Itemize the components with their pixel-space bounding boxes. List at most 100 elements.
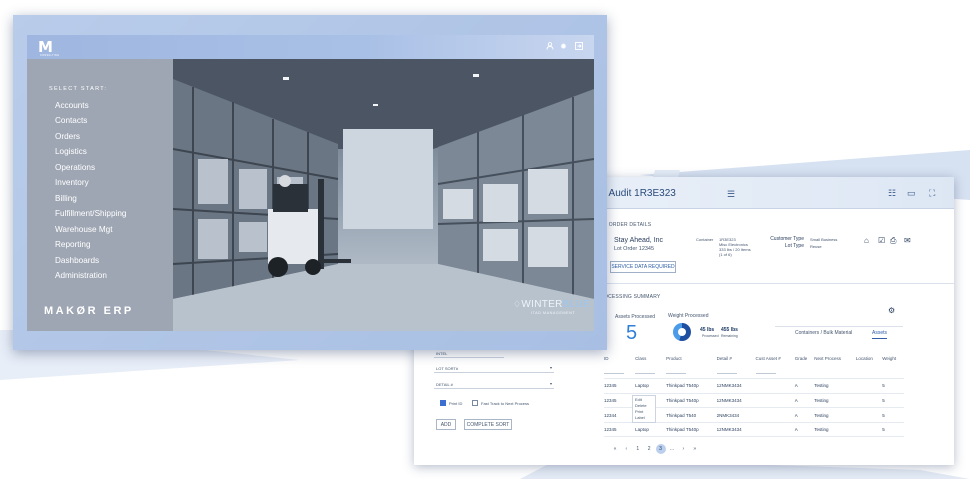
menu-icon[interactable]: ☰	[727, 189, 735, 200]
select-start-label: SELECT START:	[49, 86, 108, 92]
filter-detail[interactable]	[716, 364, 756, 380]
form-field-3-line	[434, 388, 554, 389]
filter-product[interactable]	[666, 364, 717, 380]
keyboard-icon[interactable]: ▭	[907, 188, 916, 199]
cell: A	[794, 422, 815, 438]
cell: Testing	[814, 422, 856, 438]
pager-page[interactable]: 2	[644, 446, 654, 452]
menu-item-administration[interactable]: Administration	[55, 271, 107, 280]
form-field-1-line	[434, 357, 504, 358]
menu-item-warehouse[interactable]: Warehouse Mgt	[55, 225, 113, 234]
start-topbar	[27, 35, 594, 59]
tab-assets[interactable]: Assets	[872, 330, 888, 339]
form-field-2[interactable]: LOT SORT#	[436, 366, 458, 371]
form-field-1[interactable]: INTEL	[436, 351, 447, 356]
assets-processed-label: Assets Processed	[615, 314, 656, 320]
add-button[interactable]: ADD	[436, 419, 456, 430]
cell: A	[794, 407, 815, 423]
pager-last[interactable]: »	[690, 446, 700, 452]
cell: Laptop	[635, 422, 667, 438]
tab-containers[interactable]: Containers / Bulk Material	[795, 330, 852, 336]
pager-first[interactable]: «	[610, 446, 620, 452]
table-row[interactable]: 12345 Laptop Thinkpad T540p 12NMK3434 A …	[604, 378, 904, 394]
col-location[interactable]: Location	[856, 352, 882, 364]
weight-processed-value: 45 lbs	[700, 327, 715, 333]
fast-track-label: Fast Track to Next Process	[481, 401, 530, 406]
fast-track-checkbox[interactable]	[472, 400, 478, 406]
menu-item-accounts[interactable]: Accounts	[55, 101, 89, 110]
col-cust-asset[interactable]: Cust Asset #	[756, 352, 795, 364]
pager-page[interactable]: 1	[633, 446, 643, 452]
filter-class[interactable]	[635, 364, 667, 380]
tag-icon[interactable]: ⌂	[864, 237, 872, 245]
hero-brand-part2: BLUE	[562, 299, 590, 310]
col-grade[interactable]: Grade	[795, 352, 814, 364]
checkbox-icon[interactable]: ☑	[878, 237, 886, 245]
cell	[755, 422, 795, 438]
print-id-label: Print ID	[449, 401, 463, 406]
logo-mark: M	[38, 38, 53, 56]
pager-prev[interactable]: ‹	[621, 446, 631, 452]
weight-remaining-sub: Remaining	[721, 334, 738, 338]
col-detail[interactable]: Detail #	[717, 352, 756, 364]
audit-title: r Audit 1R3E323	[603, 188, 676, 199]
container-label: Container	[696, 237, 714, 242]
chevron-down-icon[interactable]: ▾	[550, 365, 552, 370]
company-logo[interactable]: M CONSULTING	[38, 38, 60, 58]
settings-icon[interactable]: ⚙	[888, 307, 896, 315]
cell: Thinkpad T540p	[666, 378, 717, 394]
fullscreen-icon[interactable]: ⛶	[929, 188, 935, 199]
cell: 2NMK3434	[716, 407, 756, 423]
menu-item-dashboards[interactable]: Dashboards	[55, 256, 99, 265]
pager-current-page[interactable]: 3	[655, 444, 666, 454]
service-data-button[interactable]: SERVICE DATA REQUIRED	[610, 261, 676, 273]
menu-item-reporting[interactable]: Reporting	[55, 240, 91, 249]
user-icon[interactable]	[545, 42, 554, 51]
cell: Thinkpad T540p	[666, 393, 717, 409]
cell	[755, 378, 795, 394]
filter-cust-asset[interactable]	[755, 364, 795, 380]
complete-sort-button[interactable]: COMPLETE SORT	[464, 419, 512, 430]
table-row[interactable]: 12345 Laptop Thinkpad T540p 12NMK3434 A …	[604, 422, 904, 438]
order-details-title: T ORDER DETAILS	[604, 222, 652, 228]
brand-name: MAKØR ERP	[44, 305, 134, 317]
col-product[interactable]: Product	[666, 352, 716, 364]
form-field-3[interactable]: DETAIL #	[436, 382, 453, 387]
tab-divider	[775, 326, 903, 327]
col-id[interactable]: ID	[604, 352, 635, 364]
processing-summary-title: OCESSING SUMMARY	[604, 294, 661, 300]
menu-item-operations[interactable]: Operations	[55, 163, 95, 172]
col-weight[interactable]: Weight	[882, 352, 904, 364]
container-line-4: (1 of 6)	[719, 252, 732, 257]
menu-item-inventory[interactable]: Inventory	[55, 178, 89, 187]
cell: 5	[882, 393, 904, 409]
pager-next[interactable]: ›	[678, 446, 688, 452]
list-view-icon[interactable]: ☷	[888, 188, 896, 199]
menu-item-billing[interactable]: Billing	[55, 194, 77, 203]
logout-icon[interactable]	[574, 42, 583, 51]
filter-id[interactable]	[604, 364, 636, 380]
menu-item-orders[interactable]: Orders	[55, 132, 80, 141]
customer-type-value: Small Business	[810, 237, 838, 242]
menu-item-fulfillment[interactable]: Fulfillment/Shipping	[55, 209, 126, 218]
weight-processed-sub: Processed	[702, 334, 719, 338]
menu-item-logistics[interactable]: Logistics	[55, 147, 87, 156]
cell	[855, 407, 883, 423]
print-icon[interactable]: ⎙	[890, 237, 898, 245]
comment-icon[interactable]: ✉	[904, 237, 912, 245]
cell	[755, 407, 795, 423]
cell: A	[794, 393, 815, 409]
col-next-process[interactable]: Next Process	[814, 352, 856, 364]
print-id-checkbox[interactable]	[440, 400, 446, 406]
cell: Testing	[814, 378, 856, 394]
col-class[interactable]: Class	[635, 352, 666, 364]
gear-icon[interactable]: ✹	[559, 42, 568, 51]
chevron-down-icon[interactable]: ▾	[550, 381, 552, 386]
pagination: « ‹ 1 2 3 … › »	[610, 444, 700, 454]
menu-item-contacts[interactable]: Contacts	[55, 116, 87, 125]
row-context-menu: Edit Delete Print Label	[632, 395, 656, 423]
warehouse-illustration	[173, 59, 594, 331]
cell: Thinkpad T540p	[666, 422, 717, 438]
context-print-label[interactable]: Print Label	[635, 409, 653, 421]
cell: Testing	[814, 393, 856, 409]
